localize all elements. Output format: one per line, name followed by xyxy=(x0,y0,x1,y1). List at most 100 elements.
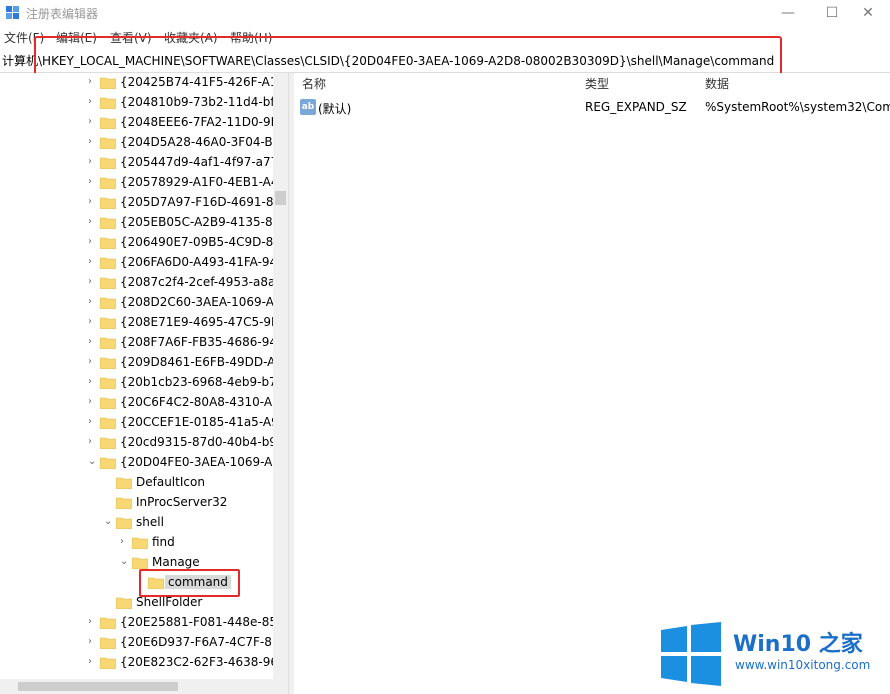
tree-item[interactable]: › {20C6F4C2-80A8-4310-A59 xyxy=(0,393,287,413)
minimize-button[interactable]: — xyxy=(766,0,810,26)
chevron-right-icon[interactable]: › xyxy=(88,156,98,168)
tree-item-label: shell xyxy=(136,515,164,529)
tree-item[interactable]: › {2087c2f4-2cef-4953-a8ab xyxy=(0,273,283,293)
tree-item[interactable]: › {20CCEF1E-0185-41a5-A93 xyxy=(0,413,286,433)
tree-item[interactable]: › find xyxy=(0,533,275,553)
tree-item[interactable]: › {2048EEE6-7FA2-11D0-9E6 xyxy=(0,113,286,133)
value-data: %SystemRoot%\system32\Comp xyxy=(705,100,890,114)
chevron-right-icon[interactable]: › xyxy=(88,356,98,368)
tree-item[interactable]: › {206FA6D0-A493-41FA-943 xyxy=(0,253,285,273)
chevron-right-icon[interactable]: › xyxy=(88,256,98,268)
tree-item[interactable]: › {204810b9-73b2-11d4-bf4 xyxy=(0,93,282,113)
folder-icon xyxy=(100,377,116,389)
tree-item-label: {20CCEF1E-0185-41a5-A93 xyxy=(120,415,287,429)
folder-icon xyxy=(100,337,116,349)
chevron-right-icon[interactable]: › xyxy=(88,236,98,248)
chevron-right-icon[interactable]: › xyxy=(88,216,98,228)
folder-icon xyxy=(100,617,116,629)
tree-item[interactable]: › {205EB05C-A2B9-4135-864 xyxy=(0,213,288,233)
chevron-right-icon[interactable]: › xyxy=(88,636,98,648)
value-type: REG_EXPAND_SZ xyxy=(585,100,687,114)
folder-icon xyxy=(100,397,116,409)
tree-horizontal-scrollbar[interactable] xyxy=(0,679,288,694)
tree-item[interactable]: › {208E71E9-4695-47C5-9E0 xyxy=(0,313,286,333)
tree-item[interactable]: ⌄ shell xyxy=(0,513,275,533)
chevron-right-icon[interactable]: › xyxy=(88,176,98,188)
tree-item[interactable]: › {20b1cb23-6968-4eb9-b7c xyxy=(0,373,283,393)
tree-item-label: {2087c2f4-2cef-4953-a8ab xyxy=(120,275,283,289)
tree-item[interactable]: › {20E25881-F081-448e-85C xyxy=(0,613,285,633)
close-button[interactable]: ✕ xyxy=(846,0,890,26)
chevron-right-icon[interactable]: › xyxy=(88,416,98,428)
tree-hscroll-thumb[interactable] xyxy=(18,682,178,691)
folder-icon xyxy=(100,257,116,269)
tree-item[interactable]: › {205D7A97-F16D-4691-86E xyxy=(0,193,288,213)
chevron-down-icon[interactable]: ⌄ xyxy=(120,556,130,568)
chevron-right-icon[interactable]: › xyxy=(120,536,130,548)
tree-item-label: {2048EEE6-7FA2-11D0-9E6 xyxy=(120,115,286,129)
tree-item-label: {20b1cb23-6968-4eb9-b7c xyxy=(120,375,284,389)
tree-item-label: {204810b9-73b2-11d4-bf4 xyxy=(120,95,283,109)
tree-item[interactable]: ⌄ {20D04FE0-3AEA-1069-A2E xyxy=(0,453,288,473)
chevron-down-icon[interactable]: ⌄ xyxy=(88,456,98,468)
folder-icon xyxy=(116,597,132,609)
chevron-right-icon[interactable]: › xyxy=(88,616,98,628)
watermark-url: www.win10xitong.com xyxy=(735,658,871,672)
tree-item[interactable]: › {20425B74-41F5-426F-A14 xyxy=(0,73,285,93)
tree-scroll-thumb[interactable] xyxy=(275,191,286,205)
tree-item[interactable]: › {206490E7-09B5-4C9D-8E xyxy=(0,233,281,253)
chevron-right-icon[interactable]: › xyxy=(88,116,98,128)
tree-item-label: find xyxy=(152,535,175,549)
chevron-right-icon[interactable]: › xyxy=(88,76,98,88)
chevron-right-icon[interactable]: › xyxy=(88,656,98,668)
folder-icon xyxy=(100,417,116,429)
column-header-type[interactable]: 类型 xyxy=(585,73,609,95)
watermark: Win10 之家 www.win10xitong.com xyxy=(655,612,890,694)
column-header-name[interactable]: 名称 xyxy=(302,73,326,95)
value-row[interactable]: ab (默认) REG_EXPAND_SZ %SystemRoot%\syste… xyxy=(294,97,890,117)
tree-item-label: DefaultIcon xyxy=(136,475,205,489)
folder-icon xyxy=(100,217,116,229)
tree-item[interactable]: DefaultIcon xyxy=(0,473,275,493)
tree-item[interactable]: › {205447d9-4af1-4f97-a773 xyxy=(0,153,286,173)
tree-item[interactable]: › {20cd9315-87d0-40b4-b92 xyxy=(0,433,285,453)
title-bar: 注册表编辑器 — ☐ ✕ xyxy=(0,0,890,26)
folder-icon xyxy=(100,177,116,189)
tree-item-label: {20C6F4C2-80A8-4310-A59 xyxy=(120,395,288,409)
tree-item[interactable]: › {204D5A28-46A0-3F04-BD xyxy=(0,133,282,153)
chevron-right-icon[interactable]: › xyxy=(88,196,98,208)
address-highlight-box xyxy=(34,36,782,78)
tree-item[interactable]: › {208D2C60-3AEA-1069-A2 xyxy=(0,293,282,313)
folder-icon xyxy=(100,657,116,669)
tree-item[interactable]: › {20578929-A1F0-4EB1-A4E xyxy=(0,173,286,193)
folder-icon xyxy=(116,497,132,509)
tree-item-label: {208D2C60-3AEA-1069-A2 xyxy=(120,295,282,309)
folder-icon xyxy=(100,97,116,109)
chevron-right-icon[interactable]: › xyxy=(88,396,98,408)
tree-item-label: {209D8461-E6FB-49DD-A8 xyxy=(120,355,283,369)
folder-icon xyxy=(100,357,116,369)
tree-vertical-scrollbar[interactable] xyxy=(273,73,288,679)
folder-icon xyxy=(132,537,148,549)
command-highlight-box xyxy=(139,569,240,597)
tree-item[interactable]: › {20E6D937-F6A7-4C7F-8E6 xyxy=(0,633,287,653)
chevron-right-icon[interactable]: › xyxy=(88,376,98,388)
chevron-right-icon[interactable]: › xyxy=(88,296,98,308)
folder-icon xyxy=(116,477,132,489)
column-header-data[interactable]: 数据 xyxy=(705,73,729,95)
tree-item[interactable]: InProcServer32 xyxy=(0,493,275,513)
chevron-right-icon[interactable]: › xyxy=(88,276,98,288)
chevron-right-icon[interactable]: › xyxy=(88,436,98,448)
tree-item-label: {20E6D937-F6A7-4C7F-8E6 xyxy=(120,635,288,649)
tree-item[interactable]: › {208F7A6F-FB35-4686-949 xyxy=(0,333,285,353)
tree-item[interactable]: › {20E823C2-62F3-4638-96B xyxy=(0,653,286,673)
chevron-right-icon[interactable]: › xyxy=(88,336,98,348)
chevron-right-icon[interactable]: › xyxy=(88,136,98,148)
chevron-right-icon[interactable]: › xyxy=(88,96,98,108)
chevron-down-icon[interactable]: ⌄ xyxy=(104,516,114,528)
tree-item[interactable]: › {209D8461-E6FB-49DD-A8 xyxy=(0,353,283,373)
folder-icon xyxy=(100,457,116,469)
tree-item-label: {20425B74-41F5-426F-A14 xyxy=(120,75,286,89)
chevron-right-icon[interactable]: › xyxy=(88,316,98,328)
windows-logo-icon xyxy=(661,622,721,686)
